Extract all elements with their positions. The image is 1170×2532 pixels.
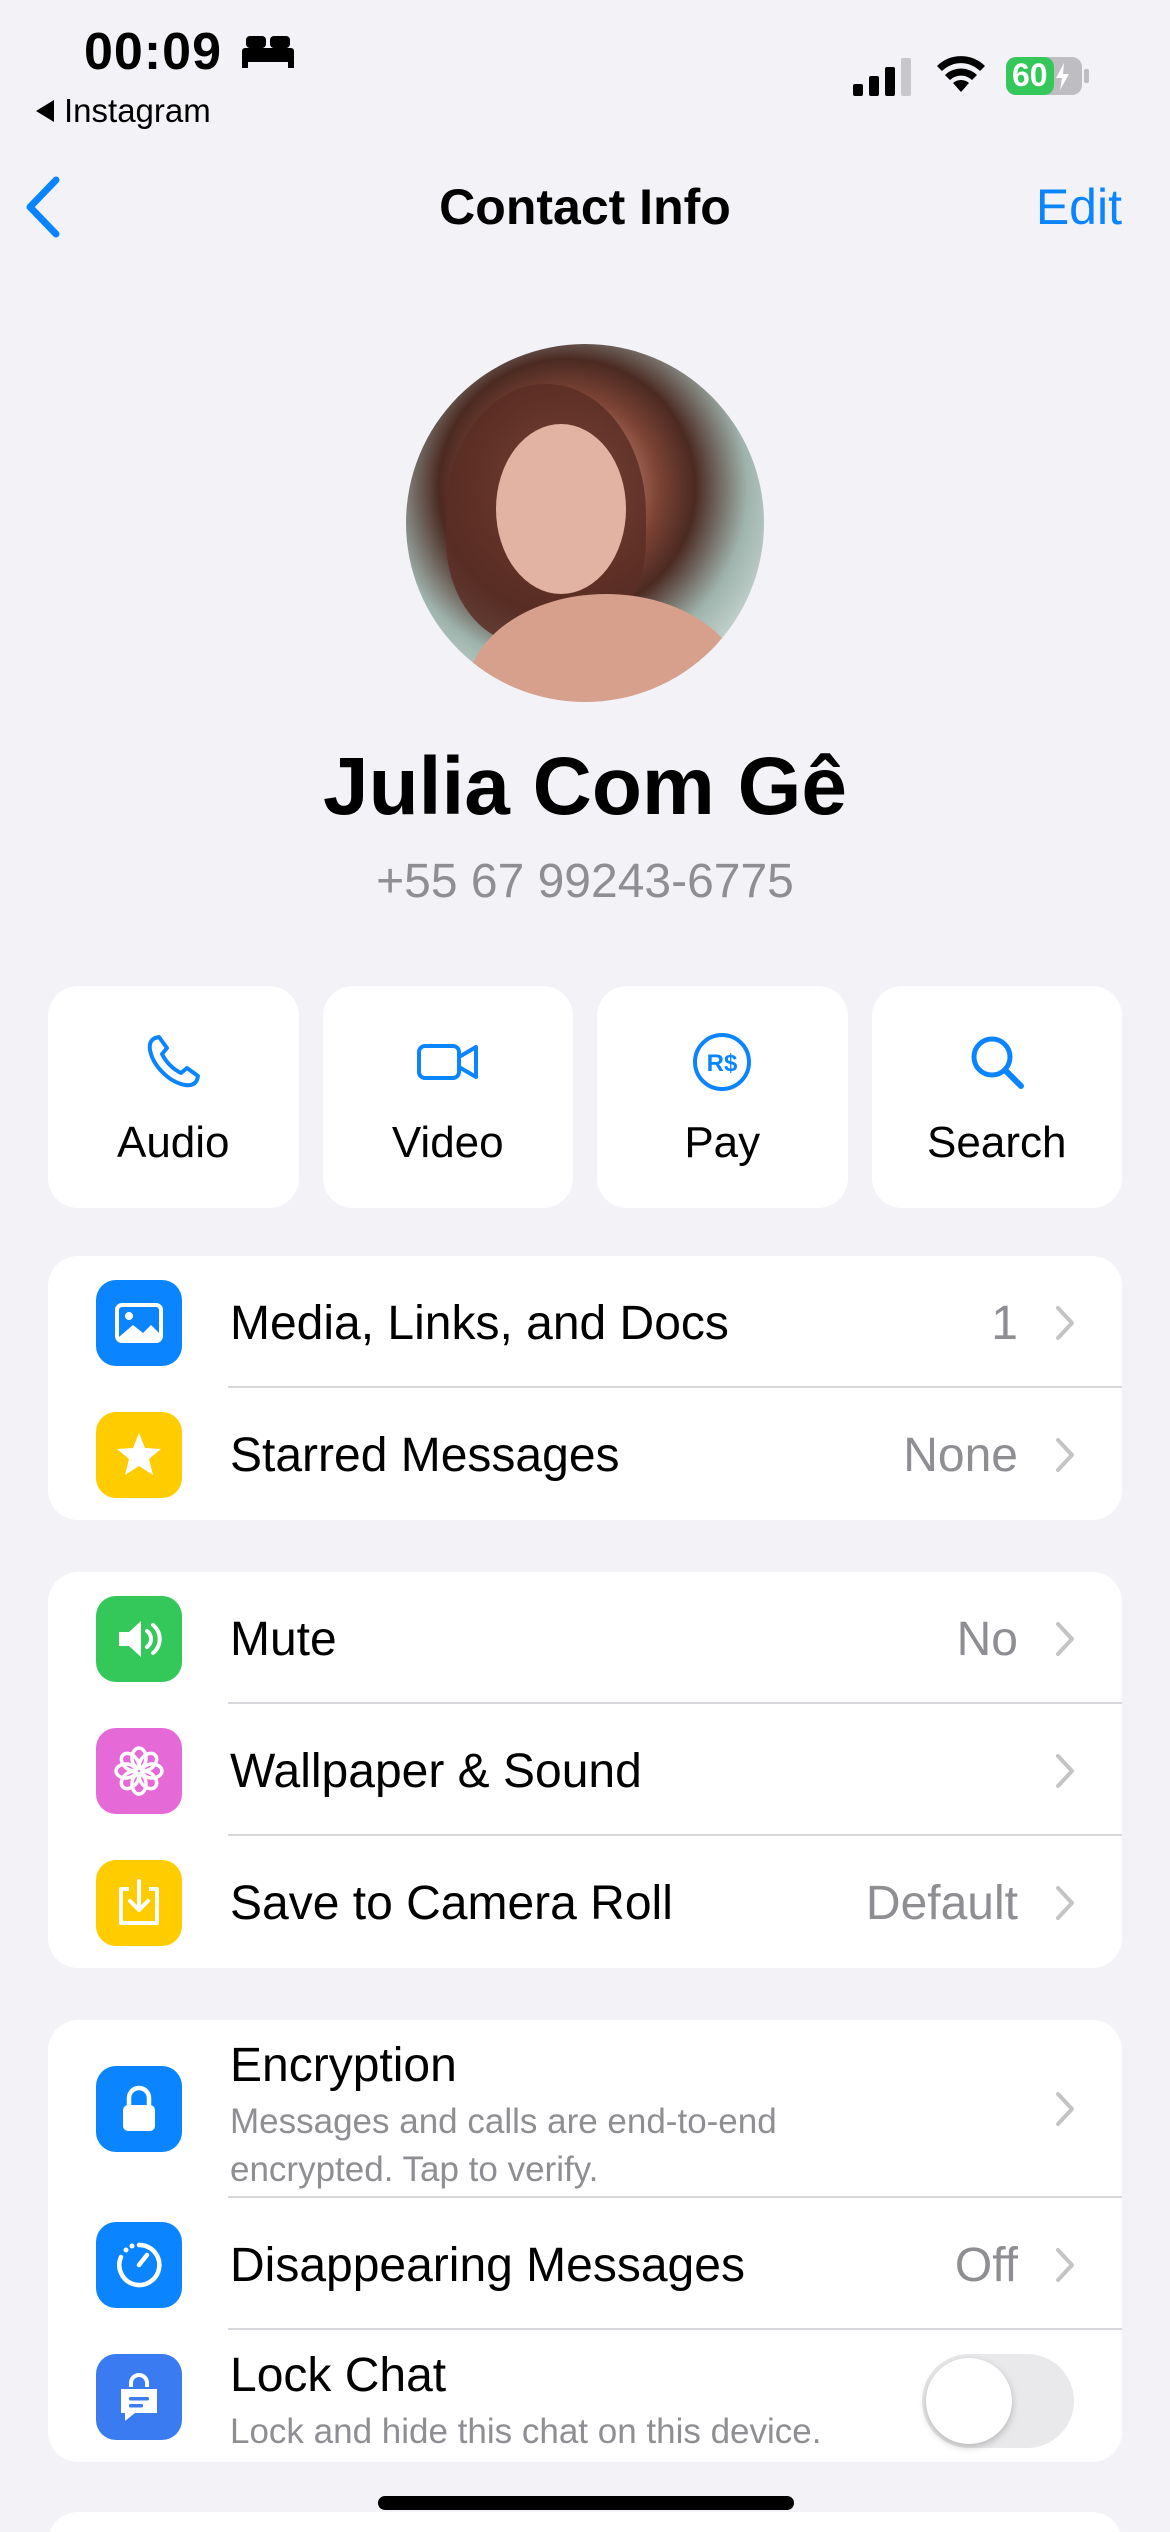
row-value: No xyxy=(956,1613,1018,1666)
privacy-group: Encryption Messages and calls are end-to… xyxy=(48,2020,1122,2462)
search-label: Search xyxy=(927,1118,1067,1167)
audio-label: Audio xyxy=(116,1118,230,1167)
audio-button[interactable]: Audio xyxy=(48,986,299,1208)
contact-name: Julia Com Gê xyxy=(322,741,848,832)
video-button[interactable]: Video xyxy=(322,986,573,1208)
search-icon xyxy=(971,1036,1024,1089)
chevron-right-icon xyxy=(1056,2248,1074,2282)
chevron-right-icon xyxy=(1056,1306,1074,1340)
battery-indicator: 60 xyxy=(1006,55,1090,97)
toggle-knob xyxy=(926,2358,1012,2444)
row-value: Off xyxy=(954,2239,1018,2292)
contact-phone[interactable]: +55 67 99243-6775 xyxy=(0,854,1170,909)
row-label: Disappearing Messages xyxy=(230,2239,745,2292)
lock-chat-toggle[interactable] xyxy=(922,2354,1074,2448)
lock-chat-row: Lock Chat Lock and hide this chat on thi… xyxy=(48,2330,1122,2462)
row-label: Encryption xyxy=(230,2039,457,2092)
row-value: 1 xyxy=(991,1297,1018,1350)
row-subtitle: Messages and calls are end-to-end encryp… xyxy=(230,2102,777,2189)
chevron-right-icon xyxy=(1056,1886,1074,1920)
save-camera-roll-row[interactable]: Save to Camera Roll Default xyxy=(48,1836,1122,1968)
back-app-label: Instagram xyxy=(64,92,211,129)
speaker-icon xyxy=(96,1596,182,1682)
edit-button[interactable]: Edit xyxy=(1036,178,1122,236)
media-links-docs-row[interactable]: Media, Links, and Docs 1 xyxy=(48,1256,1122,1388)
media-group: Media, Links, and Docs 1 Starred Message… xyxy=(48,1256,1122,1520)
row-label: Save to Camera Roll xyxy=(230,1877,673,1930)
home-indicator[interactable] xyxy=(378,2496,794,2510)
row-label: Mute xyxy=(230,1613,337,1666)
status-time: 00:09 xyxy=(84,23,222,81)
page-title: Contact Info xyxy=(439,179,731,235)
photo-icon xyxy=(96,1280,182,1366)
pay-button[interactable]: R$ Pay xyxy=(597,986,848,1208)
chevron-right-icon xyxy=(1056,2092,1074,2126)
row-label: Wallpaper & Sound xyxy=(230,1745,642,1798)
back-triangle-icon xyxy=(36,100,54,122)
next-section-card xyxy=(48,2512,1122,2532)
search-button[interactable]: Search xyxy=(871,986,1122,1208)
row-label: Lock Chat xyxy=(230,2349,447,2402)
row-value: Default xyxy=(865,1877,1018,1930)
encryption-row[interactable]: Encryption Messages and calls are end-to… xyxy=(48,2020,1122,2198)
contact-info-screen: 00:09 Instagram 60 Contact Info Edit Jul… xyxy=(0,0,1170,2532)
timer-icon xyxy=(96,2222,182,2308)
row-value: None xyxy=(903,1429,1018,1482)
chevron-right-icon xyxy=(1056,1622,1074,1656)
row-subtitle: Lock and hide this chat on this device. xyxy=(230,2412,822,2451)
action-buttons: Audio Video R$ Pay Search xyxy=(48,986,1122,1208)
sleep-focus-icon xyxy=(242,36,294,68)
svg-text:R$: R$ xyxy=(707,1050,738,1077)
pay-label: Pay xyxy=(684,1118,761,1167)
cellular-signal-icon xyxy=(853,58,911,96)
row-label: Starred Messages xyxy=(230,1429,620,1482)
avatar[interactable] xyxy=(406,344,764,702)
mute-row[interactable]: Mute No xyxy=(48,1572,1122,1704)
chevron-right-icon xyxy=(1056,1438,1074,1472)
starred-messages-row[interactable]: Starred Messages None xyxy=(48,1388,1122,1520)
back-to-app-link[interactable]: Instagram xyxy=(36,92,211,130)
chevron-right-icon xyxy=(1056,1754,1074,1788)
video-label: Video xyxy=(391,1118,504,1167)
lock-chat-icon xyxy=(96,2354,182,2440)
pay-icon: R$ xyxy=(693,1033,752,1091)
wifi-icon xyxy=(937,56,985,92)
row-label: Media, Links, and Docs xyxy=(230,1297,729,1350)
video-icon xyxy=(416,1044,478,1080)
flower-icon xyxy=(96,1728,182,1814)
disappearing-messages-row[interactable]: Disappearing Messages Off xyxy=(48,2198,1122,2330)
wallpaper-sound-row[interactable]: Wallpaper & Sound xyxy=(48,1704,1122,1836)
phone-icon xyxy=(148,1035,201,1088)
settings-group: Mute No Wallpaper & Sound Save to Camera… xyxy=(48,1572,1122,1968)
download-icon xyxy=(96,1860,182,1946)
star-icon xyxy=(96,1412,182,1498)
lock-icon xyxy=(96,2066,182,2152)
battery-percent: 60 xyxy=(1012,57,1048,93)
